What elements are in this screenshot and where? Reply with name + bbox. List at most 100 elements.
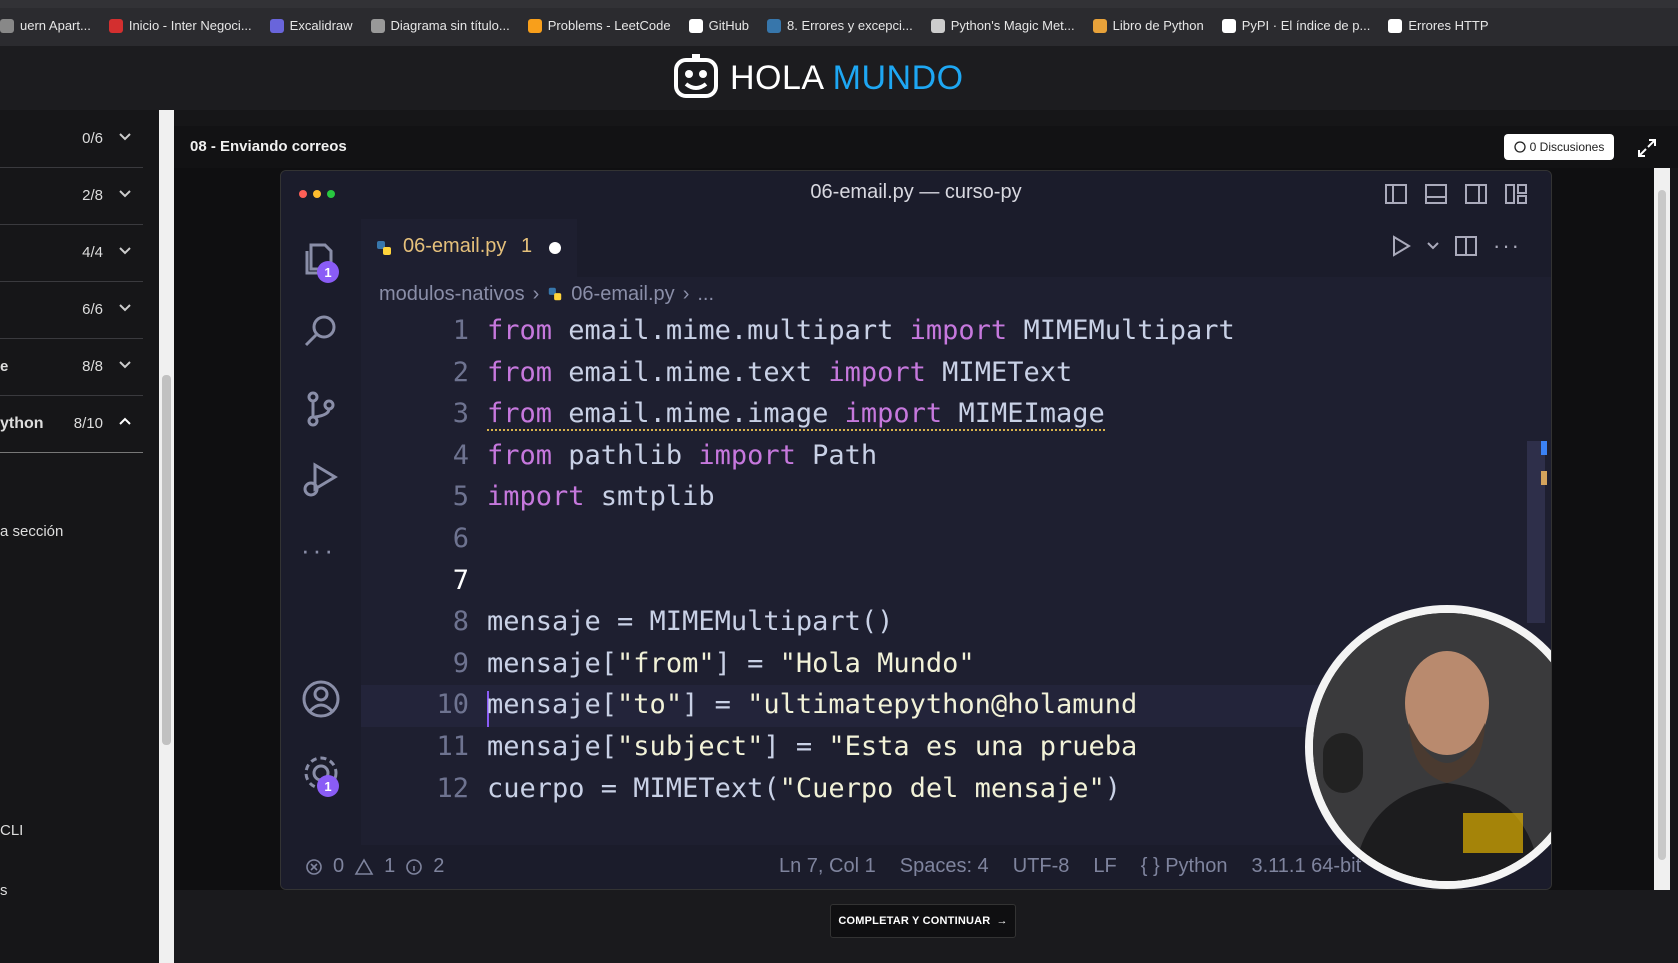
toggle-sidebar-icon xyxy=(1385,184,1407,204)
video-player[interactable]: 06-email.py — curso-py 1 ··· 1 06-email.… xyxy=(174,168,1654,890)
indentation[interactable]: Spaces: 4 xyxy=(900,855,989,878)
more-actions-icon: ··· xyxy=(1493,233,1521,258)
tab-strip xyxy=(0,0,1678,8)
breadcrumb-separator-icon: › xyxy=(532,282,540,305)
line-number: 9 xyxy=(452,647,469,679)
excalidraw-icon xyxy=(269,18,284,33)
line-number: 7 xyxy=(452,564,469,596)
tab-problem-count: 1 xyxy=(521,235,533,257)
code-line[interactable]: 5 import smtplib xyxy=(361,481,1541,523)
discussions-button[interactable]: 0 Discusiones xyxy=(1504,134,1614,160)
code-line[interactable]: 3 from email.mime.image import MIMEImage xyxy=(361,398,1541,440)
error-icon xyxy=(306,858,322,875)
section-row[interactable]: 6/6 xyxy=(0,281,143,339)
python-interpreter[interactable]: 3.11.1 64-bit xyxy=(1251,855,1361,878)
split-editor-icon xyxy=(1455,236,1478,256)
end-of-line[interactable]: LF xyxy=(1093,855,1116,878)
bookmark-item[interactable]: GitHub xyxy=(688,18,749,33)
bookmark-item[interactable]: PyPI · El índice de p... xyxy=(1221,18,1371,33)
sidebar-scroll-thumb[interactable] xyxy=(162,375,171,745)
sidebar-scrollbar[interactable] xyxy=(159,110,174,963)
bank-icon xyxy=(108,18,123,33)
warning-icon xyxy=(354,857,374,875)
breadcrumb-folder[interactable]: modulos-nativos xyxy=(379,283,525,306)
language-label: Python xyxy=(1165,855,1228,877)
cursor-position[interactable]: Ln 7, Col 1 xyxy=(779,855,876,878)
settings-badge: 1 xyxy=(317,775,339,797)
minimap-marker xyxy=(1541,441,1547,455)
chevron-down-icon xyxy=(119,133,131,141)
search-icon xyxy=(304,315,336,347)
code-text: from pathlib import Path xyxy=(487,439,878,471)
sidebar-lesson-item[interactable]: a sección xyxy=(0,523,63,540)
line-number: 11 xyxy=(436,731,469,762)
editor-actions: ··· xyxy=(1391,233,1521,259)
line-number: 10 xyxy=(436,689,469,721)
bookmark-item[interactable]: Diagrama sin título... xyxy=(370,18,510,33)
section-row[interactable]: 4/4 xyxy=(0,224,143,282)
bookmark-item[interactable]: Excalidraw xyxy=(269,18,353,33)
bookmark-item[interactable]: uern Apart... xyxy=(0,18,91,33)
python-icon xyxy=(767,18,782,33)
complete-continue-button[interactable]: COMPLETAR Y CONTINUAR → xyxy=(830,904,1016,938)
logo-part2: MUNDO xyxy=(832,58,964,97)
mdn-icon xyxy=(1388,18,1403,33)
site-header: HOLA MUNDO xyxy=(0,46,1678,110)
bookmark-item[interactable]: Errores HTTP xyxy=(1388,18,1489,33)
breadcrumb-more[interactable]: ... xyxy=(697,283,714,306)
code-text: mensaje["to"] = "ultimatepython@holamund xyxy=(487,689,1138,721)
logo-part1: HOLA xyxy=(730,58,823,97)
language-mode[interactable]: { } Python xyxy=(1141,855,1228,878)
chevron-down-icon xyxy=(1427,242,1439,250)
chevron-down-icon xyxy=(119,247,131,255)
pypi-icon xyxy=(1221,18,1236,33)
breadcrumb-file[interactable]: 06-email.py xyxy=(571,283,674,306)
bookmark-item[interactable]: Libro de Python xyxy=(1092,18,1204,33)
sidebar-lesson-item[interactable]: CLI xyxy=(0,822,23,839)
tab-06-email[interactable]: 06-email.py 1 xyxy=(361,219,577,277)
expand-icon[interactable] xyxy=(1637,138,1657,158)
section-row[interactable]: 0/6 xyxy=(0,110,143,168)
section-progress: 4/4 xyxy=(82,244,103,261)
code-line[interactable]: 7 xyxy=(361,565,1541,607)
error-count: 0 xyxy=(333,855,345,877)
bookmark-label: PyPI · El índice de p... xyxy=(1241,18,1371,33)
bookmark-item[interactable]: 8. Errores y excepci... xyxy=(767,18,913,33)
bookmark-item[interactable]: Python's Magic Met... xyxy=(930,18,1075,33)
source-control-icon xyxy=(307,391,335,427)
section-progress: 2/8 xyxy=(82,187,103,204)
site-logo[interactable]: HOLA MUNDO xyxy=(672,54,964,102)
lesson-footer: COMPLETAR Y CONTINUAR → xyxy=(174,890,1678,963)
page-scroll-thumb[interactable] xyxy=(1658,190,1666,860)
toggle-secondary-sidebar-icon xyxy=(1465,184,1487,204)
code-text: from email.mime.image import MIMEImage xyxy=(487,398,1105,432)
code-text: import smtplib xyxy=(487,481,715,513)
info-count: 2 xyxy=(433,855,445,877)
code-line[interactable]: 4 from pathlib import Path xyxy=(361,440,1541,482)
code-line[interactable]: 2 from email.mime.text import MIMEText xyxy=(361,357,1541,399)
bookmark-label: Errores HTTP xyxy=(1408,18,1489,33)
file-encoding[interactable]: UTF-8 xyxy=(1013,855,1070,878)
lesson-header: 08 - Enviando correos 0 Discusiones xyxy=(174,126,1678,168)
presenter-video xyxy=(1313,613,1551,881)
unsaved-indicator[interactable] xyxy=(549,242,561,254)
code-line[interactable]: 6 xyxy=(361,523,1541,565)
page-scrollbar[interactable] xyxy=(1654,168,1670,890)
section-row[interactable]: 2/8 xyxy=(0,167,143,225)
sidebar-lesson-item[interactable]: s xyxy=(0,882,8,899)
bookmarks-bar: uern Apart... Inicio - Inter Negoci... Exc… xyxy=(0,0,1678,46)
leetcode-icon xyxy=(527,18,542,33)
python-file-icon xyxy=(549,287,562,301)
course-sidebar: 0/6 2/8 4/4 6/6 e 8/8 ython 8/10 a secci… xyxy=(0,110,160,963)
run-icon xyxy=(1393,235,1411,257)
code-line[interactable]: 1 from email.mime.multipart import MIMEMu… xyxy=(361,315,1541,357)
line-number: 6 xyxy=(452,523,469,554)
account-icon xyxy=(302,680,340,718)
section-label: ython xyxy=(0,415,44,432)
section-row[interactable]: e 8/8 xyxy=(0,338,143,396)
section-row-expanded[interactable]: ython 8/10 xyxy=(0,395,143,453)
problems-indicator[interactable]: 0 1 2 xyxy=(305,855,444,878)
bookmark-item[interactable]: Problems - LeetCode xyxy=(527,18,671,33)
lesson-title: 08 - Enviando correos xyxy=(190,138,347,155)
bookmark-item[interactable]: Inicio - Inter Negoci... xyxy=(108,18,252,33)
